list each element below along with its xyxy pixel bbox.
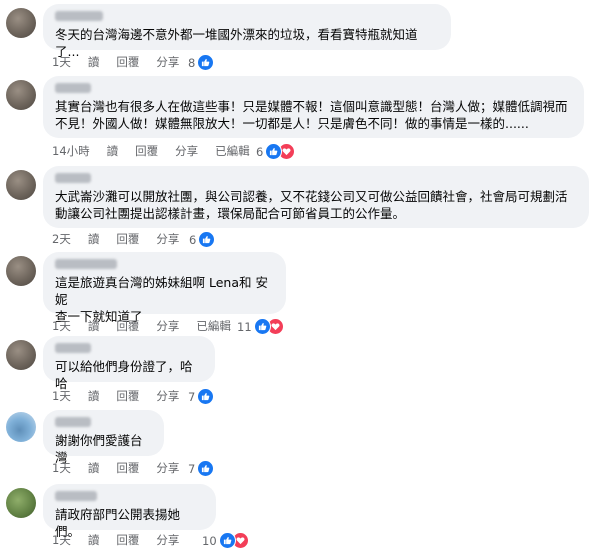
comment-actions: 2天 讀 回覆 分享 xyxy=(52,229,196,249)
timestamp[interactable]: 2天 xyxy=(52,231,71,247)
like-icon xyxy=(197,460,215,477)
reaction-count: 8 xyxy=(188,55,196,70)
comment-text: 其實台灣也有很多人在做這些事！只是媒體不報！這個叫意識型態！台灣人做；媒體低調視… xyxy=(55,99,568,131)
reaction-count: 7 xyxy=(188,461,196,476)
like-icon xyxy=(197,54,215,71)
comment-actions: 1天 讀 回覆 分享 xyxy=(52,530,196,550)
read-link[interactable]: 讀 xyxy=(88,388,100,404)
read-link[interactable]: 讀 xyxy=(107,143,119,159)
reply-button[interactable]: 回覆 xyxy=(135,143,158,159)
comment-bubble: 冬天的台灣海邊不意外都一堆國外漂來的垃圾，看看寶特瓶就知道了... xyxy=(43,4,451,59)
reply-button[interactable]: 回覆 xyxy=(116,318,139,334)
author-name[interactable] xyxy=(55,83,91,93)
reaction-summary[interactable]: 7 xyxy=(188,460,215,477)
avatar[interactable] xyxy=(6,340,36,370)
timestamp[interactable]: 1天 xyxy=(52,532,71,548)
read-link[interactable]: 讀 xyxy=(88,231,100,247)
timestamp[interactable]: 1天 xyxy=(52,54,71,70)
reaction-count: 6 xyxy=(256,144,264,159)
share-button[interactable]: 分享 xyxy=(156,318,179,334)
reaction-summary[interactable]: 6 xyxy=(189,231,216,248)
read-link[interactable]: 讀 xyxy=(88,54,100,70)
author-name[interactable] xyxy=(55,343,91,353)
share-button[interactable]: 分享 xyxy=(156,388,179,404)
share-button[interactable]: 分享 xyxy=(175,143,198,159)
comment-actions: 1天 讀 回覆 分享 xyxy=(52,458,196,478)
reply-button[interactable]: 回覆 xyxy=(116,532,139,548)
edited-label: 已編輯 xyxy=(196,319,231,333)
comment-bubble: 其實台灣也有很多人在做這些事！只是媒體不報！這個叫意識型態！台灣人做；媒體低調視… xyxy=(43,76,584,138)
share-button[interactable]: 分享 xyxy=(156,532,179,548)
like-icon xyxy=(218,532,236,549)
avatar[interactable] xyxy=(6,412,36,442)
comment-actions: 1天 讀 回覆 分享 xyxy=(52,52,196,72)
comment-actions: 14小時 讀 回覆 分享 已編輯 xyxy=(52,141,267,161)
avatar[interactable] xyxy=(6,80,36,110)
share-button[interactable]: 分享 xyxy=(156,231,179,247)
timestamp[interactable]: 14小時 xyxy=(52,143,90,159)
comment-actions: 1天 讀 回覆 分享 xyxy=(52,386,196,406)
reply-button[interactable]: 回覆 xyxy=(116,460,139,476)
author-name[interactable] xyxy=(55,491,97,501)
reaction-count: 11 xyxy=(237,319,252,334)
reply-button[interactable]: 回覆 xyxy=(116,231,139,247)
author-name[interactable] xyxy=(55,417,91,427)
reaction-summary[interactable]: 10 xyxy=(202,532,249,549)
reaction-summary[interactable]: 7 xyxy=(188,388,215,405)
reaction-count: 7 xyxy=(188,389,196,404)
like-icon xyxy=(197,388,215,405)
avatar[interactable] xyxy=(6,8,36,38)
comment-bubble: 可以給他們身份證了，哈哈 xyxy=(43,336,215,391)
reply-button[interactable]: 回覆 xyxy=(116,54,139,70)
reaction-count: 10 xyxy=(202,533,217,548)
reaction-count: 6 xyxy=(189,232,197,247)
like-icon xyxy=(253,318,271,335)
comment-actions: 1天 讀 回覆 分享 已編輯 xyxy=(52,316,248,336)
avatar[interactable] xyxy=(6,170,36,200)
comment-text: 大武崙沙灘可以開放社團，與公司認養，又不花錢公司又可做公益回饋社會，社會局可規劃… xyxy=(55,189,568,221)
read-link[interactable]: 讀 xyxy=(88,460,100,476)
edited-label: 已編輯 xyxy=(215,144,250,158)
comment-bubble: 請政府部門公開表揚她們。 xyxy=(43,484,216,539)
author-name[interactable] xyxy=(55,11,103,21)
avatar[interactable] xyxy=(6,256,36,286)
author-name[interactable] xyxy=(55,173,91,183)
reaction-summary[interactable]: 6 xyxy=(256,143,296,160)
comment-bubble: 謝謝你們愛護台灣 xyxy=(43,410,164,465)
share-button[interactable]: 分享 xyxy=(156,54,179,70)
comment-bubble: 大武崙沙灘可以開放社團，與公司認養，又不花錢公司又可做公益回饋社會，社會局可規劃… xyxy=(43,166,589,228)
avatar[interactable] xyxy=(6,488,36,518)
share-button[interactable]: 分享 xyxy=(156,460,179,476)
timestamp[interactable]: 1天 xyxy=(52,388,71,404)
timestamp[interactable]: 1天 xyxy=(52,460,71,476)
comment-bubble: 這是旅遊真台灣的姊妹組啊 Lena和 安妮 查一下就知道了 xyxy=(43,252,286,324)
reply-button[interactable]: 回覆 xyxy=(116,388,139,404)
like-icon xyxy=(198,231,216,248)
author-name[interactable] xyxy=(55,259,117,269)
read-link[interactable]: 讀 xyxy=(88,532,100,548)
read-link[interactable]: 讀 xyxy=(88,318,100,334)
reaction-summary[interactable]: 11 xyxy=(237,318,284,335)
timestamp[interactable]: 1天 xyxy=(52,318,71,334)
reaction-summary[interactable]: 8 xyxy=(188,54,215,71)
